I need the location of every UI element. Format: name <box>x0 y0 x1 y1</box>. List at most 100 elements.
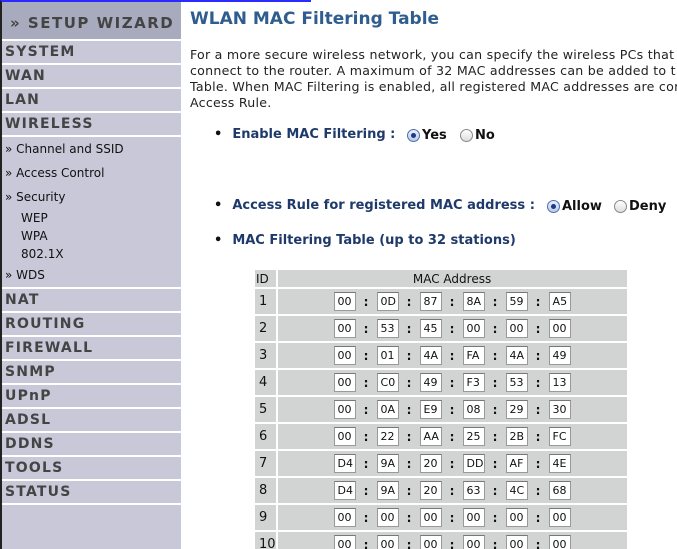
mac-octet-input[interactable]: 4C <box>505 481 528 500</box>
sidebar-item-access-control[interactable]: » Access Control <box>2 161 181 185</box>
mac-octet-input[interactable]: 01 <box>376 346 399 365</box>
rule-allow-radio[interactable]: Allow <box>547 199 602 214</box>
mac-octet-input[interactable]: 00 <box>333 508 356 527</box>
mac-octet-input[interactable]: 00 <box>419 535 442 549</box>
mac-octet-input[interactable]: 8A <box>462 292 485 311</box>
mac-octet-input[interactable]: 00 <box>333 427 356 446</box>
sidebar-item-wpa[interactable]: WPA <box>2 227 181 245</box>
mac-octet-input[interactable]: 53 <box>505 373 528 392</box>
mac-octet-input[interactable]: 68 <box>548 481 571 500</box>
mac-octet-input[interactable]: 22 <box>376 427 399 446</box>
colon-separator: : <box>449 402 455 417</box>
setup-wizard-link[interactable]: » SETUP WIZARD <box>2 2 181 41</box>
mac-octet-input[interactable]: 00 <box>376 535 399 549</box>
mac-octet-input[interactable]: 49 <box>419 373 442 392</box>
colon-separator: : <box>449 321 455 336</box>
sidebar-item-lan[interactable]: LAN <box>2 89 181 113</box>
id-header: ID <box>255 270 276 287</box>
mac-address-inputs: 00:0D:87:8A:59: A5 <box>278 292 627 311</box>
mac-octet-input[interactable]: 0A <box>376 400 399 419</box>
radio-unselected-icon[interactable] <box>614 200 627 213</box>
mac-octet-input[interactable]: 00 <box>462 535 485 549</box>
mac-octet-input[interactable]: E9 <box>419 400 442 419</box>
mac-octet-input[interactable]: D4 <box>333 454 356 473</box>
mac-octet-input[interactable]: 00 <box>333 346 356 365</box>
mac-octet-input[interactable]: C0 <box>376 373 399 392</box>
sidebar-item-nat[interactable]: NAT <box>2 289 181 313</box>
radio-selected-icon[interactable] <box>407 129 420 142</box>
enable-yes-radio[interactable]: Yes <box>407 128 447 143</box>
mac-octet-input[interactable]: AF <box>505 454 528 473</box>
mac-octet-input[interactable]: 00 <box>333 319 356 338</box>
mac-octet-input[interactable]: 2B <box>505 427 528 446</box>
mac-octet-input[interactable]: 4E <box>548 454 571 473</box>
mac-octet-input[interactable]: 59 <box>505 292 528 311</box>
mac-octet-input[interactable]: 49 <box>548 346 571 365</box>
sidebar-item-routing[interactable]: ROUTING <box>2 313 181 337</box>
mac-table-label: MAC Filtering Table (up to 32 stations) <box>214 233 516 248</box>
mac-octet-input[interactable]: 00 <box>376 508 399 527</box>
mac-octet-input[interactable]: A5 <box>548 292 571 311</box>
sidebar-item-wan[interactable]: WAN <box>2 65 181 89</box>
mac-octet-input[interactable]: 00 <box>333 292 356 311</box>
sidebar-item-wds[interactable]: » WDS <box>2 263 181 289</box>
sidebar-item-upnp[interactable]: UPnP <box>2 385 181 409</box>
mac-octet-input[interactable]: 9A <box>376 454 399 473</box>
sidebar-item-tools[interactable]: TOOLS <box>2 457 181 481</box>
mac-octet-input[interactable]: 20 <box>419 481 442 500</box>
mac-octet-input[interactable]: 08 <box>462 400 485 419</box>
mac-octet-input[interactable]: 00 <box>548 535 571 549</box>
mac-octet-input[interactable]: FA <box>462 346 485 365</box>
mac-octet-input[interactable]: 13 <box>548 373 571 392</box>
mac-octet-input[interactable]: 4A <box>419 346 442 365</box>
mac-octet-input[interactable]: 4A <box>505 346 528 365</box>
mac-octet-input[interactable]: 00 <box>505 319 528 338</box>
mac-octet-input[interactable]: F3 <box>462 373 485 392</box>
mac-octet-input[interactable]: 25 <box>462 427 485 446</box>
colon-separator: : <box>492 456 498 471</box>
mac-octet-input[interactable]: DD <box>462 454 485 473</box>
mac-octet-input[interactable]: 87 <box>419 292 442 311</box>
mac-octet-input[interactable]: 00 <box>419 508 442 527</box>
mac-octet-input[interactable]: 20 <box>419 454 442 473</box>
mac-octet-input[interactable]: AA <box>419 427 442 446</box>
mac-octet-input[interactable]: 00 <box>548 319 571 338</box>
sidebar-item-802-1x[interactable]: 802.1X <box>2 245 181 263</box>
mac-octet-input[interactable]: 00 <box>505 535 528 549</box>
mac-octet-input[interactable]: 00 <box>462 508 485 527</box>
mac-octet-input[interactable]: 63 <box>462 481 485 500</box>
colon-separator: : <box>363 348 369 363</box>
mac-cell: D4:9A:20: DD: AF:4E <box>277 451 627 476</box>
sidebar-item-snmp[interactable]: SNMP <box>2 361 181 385</box>
mac-octet-input[interactable]: 30 <box>548 400 571 419</box>
sidebar-item-wep[interactable]: WEP <box>2 209 181 227</box>
sidebar-item-wireless[interactable]: WIRELESS <box>2 113 181 137</box>
sidebar-item-ddns[interactable]: DDNS <box>2 433 181 457</box>
sidebar-item-status[interactable]: STATUS <box>2 481 181 505</box>
radio-unselected-icon[interactable] <box>460 129 473 142</box>
sidebar-item-firewall[interactable]: FIREWALL <box>2 337 181 361</box>
mac-octet-input[interactable]: D4 <box>333 481 356 500</box>
colon-separator: : <box>535 483 541 498</box>
mac-octet-input[interactable]: 45 <box>419 319 442 338</box>
mac-octet-input[interactable]: 00 <box>333 373 356 392</box>
mac-octet-input[interactable]: FC <box>548 427 571 446</box>
enable-no-radio[interactable]: No <box>460 128 495 143</box>
sidebar-item-adsl[interactable]: ADSL <box>2 409 181 433</box>
sidebar-item-security[interactable]: » Security <box>2 185 181 209</box>
mac-octet-input[interactable]: 0D <box>376 292 399 311</box>
mac-octet-input[interactable]: 00 <box>505 508 528 527</box>
mac-octet-input[interactable]: 53 <box>376 319 399 338</box>
mac-octet-input[interactable]: 00 <box>548 508 571 527</box>
rule-deny-radio[interactable]: Deny <box>614 199 666 214</box>
colon-separator: : <box>492 375 498 390</box>
mac-octet-input[interactable]: 9A <box>376 481 399 500</box>
mac-octet-input[interactable]: 00 <box>333 400 356 419</box>
sidebar-item-channel-and-ssid[interactable]: » Channel and SSID <box>2 137 181 161</box>
mac-octet-input[interactable]: 00 <box>462 319 485 338</box>
colon-separator: : <box>406 375 412 390</box>
mac-octet-input[interactable]: 29 <box>505 400 528 419</box>
radio-selected-icon[interactable] <box>547 200 560 213</box>
sidebar-item-system[interactable]: SYSTEM <box>2 41 181 65</box>
mac-octet-input[interactable]: 00 <box>333 535 356 549</box>
